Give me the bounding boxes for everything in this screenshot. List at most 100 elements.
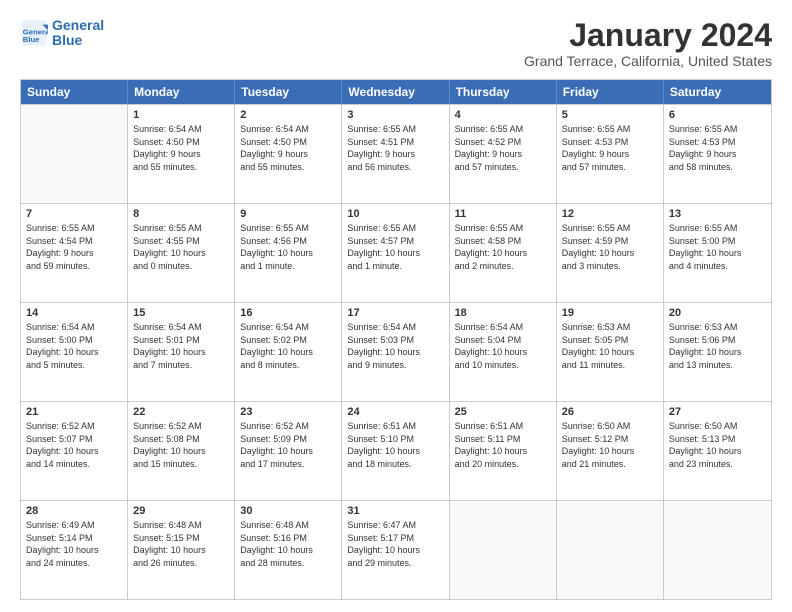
day-number: 17	[347, 307, 443, 319]
calendar-cell-5-7	[664, 501, 771, 599]
day-number: 3	[347, 109, 443, 121]
day-info: Sunrise: 6:52 AM Sunset: 5:08 PM Dayligh…	[133, 420, 229, 470]
header-friday: Friday	[557, 80, 664, 104]
logo-icon: General Blue	[20, 19, 48, 47]
title-block: January 2024 Grand Terrace, California, …	[524, 18, 772, 69]
day-info: Sunrise: 6:53 AM Sunset: 5:06 PM Dayligh…	[669, 321, 766, 371]
calendar-body: 1 Sunrise: 6:54 AM Sunset: 4:50 PM Daylig…	[21, 104, 771, 599]
location-subtitle: Grand Terrace, California, United States	[524, 53, 772, 69]
day-number: 10	[347, 208, 443, 220]
day-info: Sunrise: 6:51 AM Sunset: 5:11 PM Dayligh…	[455, 420, 551, 470]
day-info: Sunrise: 6:54 AM Sunset: 5:00 PM Dayligh…	[26, 321, 122, 371]
day-number: 8	[133, 208, 229, 220]
day-number: 26	[562, 406, 658, 418]
calendar-week-4: 21 Sunrise: 6:52 AM Sunset: 5:07 PM Dayli…	[21, 401, 771, 500]
day-info: Sunrise: 6:55 AM Sunset: 4:57 PM Dayligh…	[347, 222, 443, 272]
day-info: Sunrise: 6:54 AM Sunset: 5:04 PM Dayligh…	[455, 321, 551, 371]
day-number: 14	[26, 307, 122, 319]
day-number: 19	[562, 307, 658, 319]
calendar-cell-2-1: 7 Sunrise: 6:55 AM Sunset: 4:54 PM Daylig…	[21, 204, 128, 302]
calendar-cell-1-6: 5Sunrise: 6:55 AM Sunset: 4:53 PM Daylig…	[557, 105, 664, 203]
day-info: Sunrise: 6:54 AM Sunset: 4:50 PM Dayligh…	[133, 123, 229, 173]
calendar-cell-2-3: 9 Sunrise: 6:55 AM Sunset: 4:56 PM Daylig…	[235, 204, 342, 302]
day-info: Sunrise: 6:53 AM Sunset: 5:05 PM Dayligh…	[562, 321, 658, 371]
day-info: Sunrise: 6:52 AM Sunset: 5:09 PM Dayligh…	[240, 420, 336, 470]
calendar-cell-3-5: 18Sunrise: 6:54 AM Sunset: 5:04 PM Dayli…	[450, 303, 557, 401]
calendar-week-1: 1 Sunrise: 6:54 AM Sunset: 4:50 PM Daylig…	[21, 104, 771, 203]
day-number: 29	[133, 505, 229, 517]
calendar-cell-4-5: 25Sunrise: 6:51 AM Sunset: 5:11 PM Dayli…	[450, 402, 557, 500]
day-info: Sunrise: 6:50 AM Sunset: 5:13 PM Dayligh…	[669, 420, 766, 470]
header-saturday: Saturday	[664, 80, 771, 104]
day-info: Sunrise: 6:50 AM Sunset: 5:12 PM Dayligh…	[562, 420, 658, 470]
calendar-cell-3-3: 16Sunrise: 6:54 AM Sunset: 5:02 PM Dayli…	[235, 303, 342, 401]
day-info: Sunrise: 6:54 AM Sunset: 5:02 PM Dayligh…	[240, 321, 336, 371]
month-title: January 2024	[524, 18, 772, 53]
day-number: 11	[455, 208, 551, 220]
day-info: Sunrise: 6:51 AM Sunset: 5:10 PM Dayligh…	[347, 420, 443, 470]
calendar-cell-5-5	[450, 501, 557, 599]
calendar-cell-3-6: 19 Sunrise: 6:53 AM Sunset: 5:05 PM Dayli…	[557, 303, 664, 401]
calendar-cell-3-7: 20 Sunrise: 6:53 AM Sunset: 5:06 PM Dayli…	[664, 303, 771, 401]
day-number: 5	[562, 109, 658, 121]
calendar-cell-1-7: 6 Sunrise: 6:55 AM Sunset: 4:53 PM Daylig…	[664, 105, 771, 203]
calendar-cell-2-5: 11 Sunrise: 6:55 AM Sunset: 4:58 PM Dayli…	[450, 204, 557, 302]
calendar-cell-2-7: 13 Sunrise: 6:55 AM Sunset: 5:00 PM Dayli…	[664, 204, 771, 302]
day-number: 2	[240, 109, 336, 121]
calendar-week-2: 7 Sunrise: 6:55 AM Sunset: 4:54 PM Daylig…	[21, 203, 771, 302]
calendar-cell-4-3: 23 Sunrise: 6:52 AM Sunset: 5:09 PM Dayli…	[235, 402, 342, 500]
day-number: 4	[455, 109, 551, 121]
day-info: Sunrise: 6:55 AM Sunset: 4:58 PM Dayligh…	[455, 222, 551, 272]
day-number: 6	[669, 109, 766, 121]
day-info: Sunrise: 6:55 AM Sunset: 4:54 PM Dayligh…	[26, 222, 122, 272]
day-info: Sunrise: 6:54 AM Sunset: 4:50 PM Dayligh…	[240, 123, 336, 173]
calendar-cell-1-3: 2 Sunrise: 6:54 AM Sunset: 4:50 PM Daylig…	[235, 105, 342, 203]
day-info: Sunrise: 6:55 AM Sunset: 4:51 PM Dayligh…	[347, 123, 443, 173]
calendar-cell-3-4: 17 Sunrise: 6:54 AM Sunset: 5:03 PM Dayli…	[342, 303, 449, 401]
page: General Blue General Blue January 2024 G…	[0, 0, 792, 612]
calendar-cell-4-6: 26 Sunrise: 6:50 AM Sunset: 5:12 PM Dayli…	[557, 402, 664, 500]
day-info: Sunrise: 6:55 AM Sunset: 5:00 PM Dayligh…	[669, 222, 766, 272]
day-number: 13	[669, 208, 766, 220]
calendar-cell-5-3: 30Sunrise: 6:48 AM Sunset: 5:16 PM Dayli…	[235, 501, 342, 599]
day-info: Sunrise: 6:52 AM Sunset: 5:07 PM Dayligh…	[26, 420, 122, 470]
day-info: Sunrise: 6:55 AM Sunset: 4:59 PM Dayligh…	[562, 222, 658, 272]
day-number: 28	[26, 505, 122, 517]
day-number: 23	[240, 406, 336, 418]
day-number: 1	[133, 109, 229, 121]
logo: General Blue General Blue	[20, 18, 104, 49]
header-wednesday: Wednesday	[342, 80, 449, 104]
svg-text:Blue: Blue	[23, 35, 40, 44]
calendar-cell-5-4: 31Sunrise: 6:47 AM Sunset: 5:17 PM Dayli…	[342, 501, 449, 599]
day-info: Sunrise: 6:55 AM Sunset: 4:52 PM Dayligh…	[455, 123, 551, 173]
day-number: 12	[562, 208, 658, 220]
header: General Blue General Blue January 2024 G…	[20, 18, 772, 69]
day-info: Sunrise: 6:55 AM Sunset: 4:56 PM Dayligh…	[240, 222, 336, 272]
day-number: 15	[133, 307, 229, 319]
day-number: 9	[240, 208, 336, 220]
day-info: Sunrise: 6:48 AM Sunset: 5:15 PM Dayligh…	[133, 519, 229, 569]
calendar-cell-1-4: 3 Sunrise: 6:55 AM Sunset: 4:51 PM Daylig…	[342, 105, 449, 203]
calendar-cell-4-7: 27 Sunrise: 6:50 AM Sunset: 5:13 PM Dayli…	[664, 402, 771, 500]
day-info: Sunrise: 6:54 AM Sunset: 5:03 PM Dayligh…	[347, 321, 443, 371]
calendar-cell-3-1: 14 Sunrise: 6:54 AM Sunset: 5:00 PM Dayli…	[21, 303, 128, 401]
calendar-week-3: 14 Sunrise: 6:54 AM Sunset: 5:00 PM Dayli…	[21, 302, 771, 401]
day-number: 27	[669, 406, 766, 418]
calendar-cell-4-1: 21 Sunrise: 6:52 AM Sunset: 5:07 PM Dayli…	[21, 402, 128, 500]
calendar-header: Sunday Monday Tuesday Wednesday Thursday…	[21, 80, 771, 104]
calendar-cell-1-5: 4 Sunrise: 6:55 AM Sunset: 4:52 PM Daylig…	[450, 105, 557, 203]
logo-blue: Blue	[52, 33, 104, 48]
day-info: Sunrise: 6:49 AM Sunset: 5:14 PM Dayligh…	[26, 519, 122, 569]
day-number: 7	[26, 208, 122, 220]
day-info: Sunrise: 6:55 AM Sunset: 4:53 PM Dayligh…	[669, 123, 766, 173]
calendar-cell-4-2: 22Sunrise: 6:52 AM Sunset: 5:08 PM Dayli…	[128, 402, 235, 500]
header-tuesday: Tuesday	[235, 80, 342, 104]
calendar-cell-5-2: 29 Sunrise: 6:48 AM Sunset: 5:15 PM Dayli…	[128, 501, 235, 599]
day-info: Sunrise: 6:48 AM Sunset: 5:16 PM Dayligh…	[240, 519, 336, 569]
calendar: Sunday Monday Tuesday Wednesday Thursday…	[20, 79, 772, 600]
day-info: Sunrise: 6:54 AM Sunset: 5:01 PM Dayligh…	[133, 321, 229, 371]
calendar-cell-2-4: 10 Sunrise: 6:55 AM Sunset: 4:57 PM Dayli…	[342, 204, 449, 302]
day-number: 20	[669, 307, 766, 319]
calendar-cell-2-6: 12 Sunrise: 6:55 AM Sunset: 4:59 PM Dayli…	[557, 204, 664, 302]
day-number: 21	[26, 406, 122, 418]
